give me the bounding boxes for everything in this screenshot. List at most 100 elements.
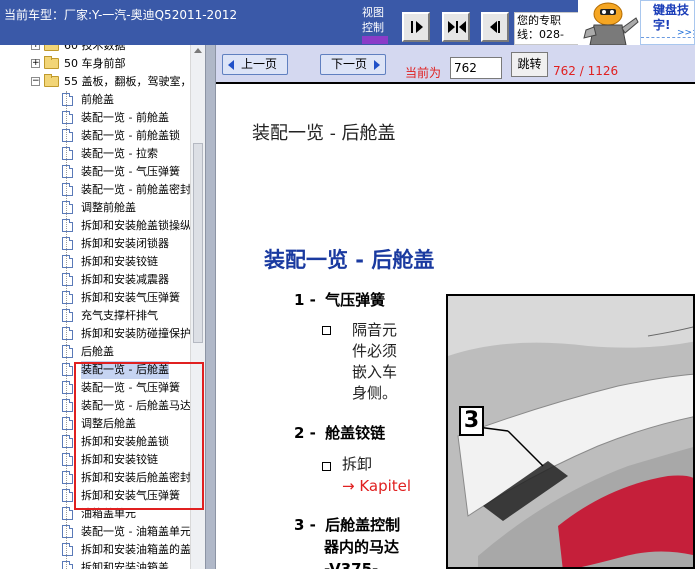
tree-item-label: 55 盖板，翻板，驾驶室， xyxy=(64,75,192,88)
current-page-label: 当前为 xyxy=(405,66,442,80)
prev-page-button[interactable]: 上一页 xyxy=(222,54,288,75)
item-2-body: 拆卸 xyxy=(342,455,373,473)
tree-folder-item[interactable]: − 55 盖板，翻板，驾驶室， xyxy=(0,73,192,91)
document-icon xyxy=(62,525,73,538)
document-icon xyxy=(62,309,73,322)
document-icon xyxy=(62,183,73,196)
tree-item-label: 拆卸和安装舱盖锁操纵 xyxy=(81,219,191,232)
tree-folder-item[interactable]: +60 技术数据 xyxy=(0,45,190,55)
tree-doc-item[interactable]: 调整前舱盖 xyxy=(0,199,190,217)
item-1-heading: 1 - 气压弹簧 xyxy=(294,289,385,311)
tree-doc-item[interactable]: 拆卸和安装舱盖锁操纵 xyxy=(0,217,191,235)
advert-banner[interactable]: 键盘技 字! >>> xyxy=(640,0,695,45)
document-icon xyxy=(62,93,73,106)
mascot-image xyxy=(578,0,640,46)
play-right-icon xyxy=(416,21,423,33)
folder-icon xyxy=(44,45,59,51)
item-1-number: 1 - xyxy=(294,291,316,309)
expert-line1: 您的专职 xyxy=(517,14,561,27)
tailgate-illustration xyxy=(448,296,693,567)
document-icon xyxy=(62,165,73,178)
next-page-button[interactable]: 下一页 xyxy=(320,54,386,75)
document-icon xyxy=(62,327,73,340)
tree-item-label: 装配一览 - 前舱盖 xyxy=(81,111,169,124)
tree-doc-item[interactable]: 拆卸和安装油箱盖的盖 xyxy=(0,541,191,559)
expand-icon[interactable]: + xyxy=(31,59,40,68)
tree-item-label: 60 技术数据 xyxy=(64,45,126,52)
document-icon xyxy=(62,471,73,484)
tree-item-label: 充气支撑杆排气 xyxy=(81,309,158,322)
page-number-input[interactable] xyxy=(450,57,502,79)
bar-icon xyxy=(411,21,413,33)
tree-doc-item[interactable]: 装配一览 - 拉索 xyxy=(0,145,190,163)
tree-doc-item[interactable]: 前舱盖 xyxy=(0,91,190,109)
view-prev-button[interactable] xyxy=(481,12,509,42)
tree-item-label: 拆卸和安装油箱盖的盖 xyxy=(81,543,191,556)
tree-item-label: 50 车身前部 xyxy=(64,57,126,70)
tree-item-label: 装配一览 - 前舱盖锁 xyxy=(81,129,180,142)
tree-doc-item[interactable]: 装配一览 - 前舱盖锁 xyxy=(0,127,190,145)
tree-doc-item[interactable]: 装配一览 - 前舱盖密封 xyxy=(0,181,191,199)
panel-splitter[interactable] xyxy=(205,45,216,569)
play-left-icon xyxy=(490,21,497,33)
kapitel-link[interactable]: → Kapitel xyxy=(342,477,411,495)
tree-doc-item[interactable]: 拆卸和安装油箱盖 xyxy=(0,559,190,569)
view-control-line2: 控制 xyxy=(362,21,384,34)
prev-page-label: 上一页 xyxy=(241,57,278,71)
expand-icon[interactable]: + xyxy=(31,45,40,50)
top-header-bar: 当前车型：厂家:Y-一汽-奥迪Q52011-2012 视图 控制 您的专职 线：… xyxy=(0,0,695,46)
item-2-number: 2 - xyxy=(294,424,316,442)
jump-button[interactable]: 跳转 xyxy=(511,52,548,77)
collapse-icon[interactable]: − xyxy=(31,77,40,86)
tree-item-label: 拆卸和安装闭锁器 xyxy=(81,237,169,250)
tree-item-label: 拆卸和安装铰链 xyxy=(81,255,158,268)
document-top-rule xyxy=(216,82,695,84)
document-icon xyxy=(62,399,73,412)
view-split-button[interactable] xyxy=(442,12,470,42)
tree-doc-item[interactable]: 拆卸和安装气压弹簧 xyxy=(0,289,190,307)
tree-item-label: 拆卸和安装油箱盖 xyxy=(81,561,169,569)
folder-icon xyxy=(44,56,59,69)
view-next-button[interactable] xyxy=(402,12,430,42)
document-icon xyxy=(62,489,73,502)
tree-connector-line xyxy=(66,91,67,569)
tree-item-label: 后舱盖 xyxy=(81,345,114,358)
item-3-title-line2: 器内的马达 xyxy=(324,538,400,556)
tree-item-label: 拆卸和安装减震器 xyxy=(81,273,169,286)
tree-folder-item[interactable]: +50 车身前部 xyxy=(0,55,190,73)
document-icon xyxy=(62,345,73,358)
view-control-line1: 视图 xyxy=(362,6,384,19)
scroll-up-icon[interactable] xyxy=(194,48,202,53)
document-icon xyxy=(62,507,73,520)
tree-doc-item[interactable]: 装配一览 - 前舱盖 xyxy=(0,109,190,127)
tree-item-label: 拆卸和安装防碰撞保护 xyxy=(81,327,191,340)
split-left-icon xyxy=(459,21,466,33)
next-page-label: 下一页 xyxy=(331,57,368,71)
document-icon xyxy=(62,273,73,286)
document-icon xyxy=(62,561,73,569)
page-count-label: 762 / 1126 xyxy=(553,64,619,78)
tree-doc-item[interactable]: 后舱盖 xyxy=(0,343,190,361)
document-icon xyxy=(62,147,73,160)
tree-doc-item[interactable]: 拆卸和安装闭锁器 xyxy=(0,235,190,253)
tree-item-label: 装配一览 - 前舱盖密封 xyxy=(81,183,191,196)
document-icon xyxy=(62,237,73,250)
tree-doc-item[interactable]: 装配一览 - 油箱盖单元 xyxy=(0,523,191,541)
item-2-title: 舱盖铰链 xyxy=(325,424,386,442)
tree-doc-item[interactable]: 拆卸和安装防碰撞保护 xyxy=(0,325,191,343)
tree-doc-item[interactable]: 充气支撑杆排气 xyxy=(0,307,190,325)
item-1-body-line: 隔音元 xyxy=(352,321,398,339)
document-title: 装配一览 - 后舱盖 xyxy=(264,248,435,272)
document-icon xyxy=(62,453,73,466)
tree-doc-item[interactable]: 装配一览 - 气压弹簧 xyxy=(0,163,190,181)
expert-phone-box: 您的专职 线：028- xyxy=(514,12,580,45)
advert-more-link[interactable]: >>> xyxy=(677,28,694,38)
scrollbar-thumb[interactable] xyxy=(193,143,203,343)
mascot-icon xyxy=(583,2,639,46)
tree-doc-item[interactable]: 拆卸和安装减震器 xyxy=(0,271,190,289)
car-model-label: 当前车型：厂家:Y-一汽-奥迪Q52011-2012 xyxy=(4,8,238,22)
document-icon xyxy=(62,417,73,430)
tree-item-label: 装配一览 - 气压弹簧 xyxy=(81,165,180,178)
tree-doc-item[interactable]: 拆卸和安装铰链 xyxy=(0,253,190,271)
callout-number-3: 3 xyxy=(459,406,484,436)
